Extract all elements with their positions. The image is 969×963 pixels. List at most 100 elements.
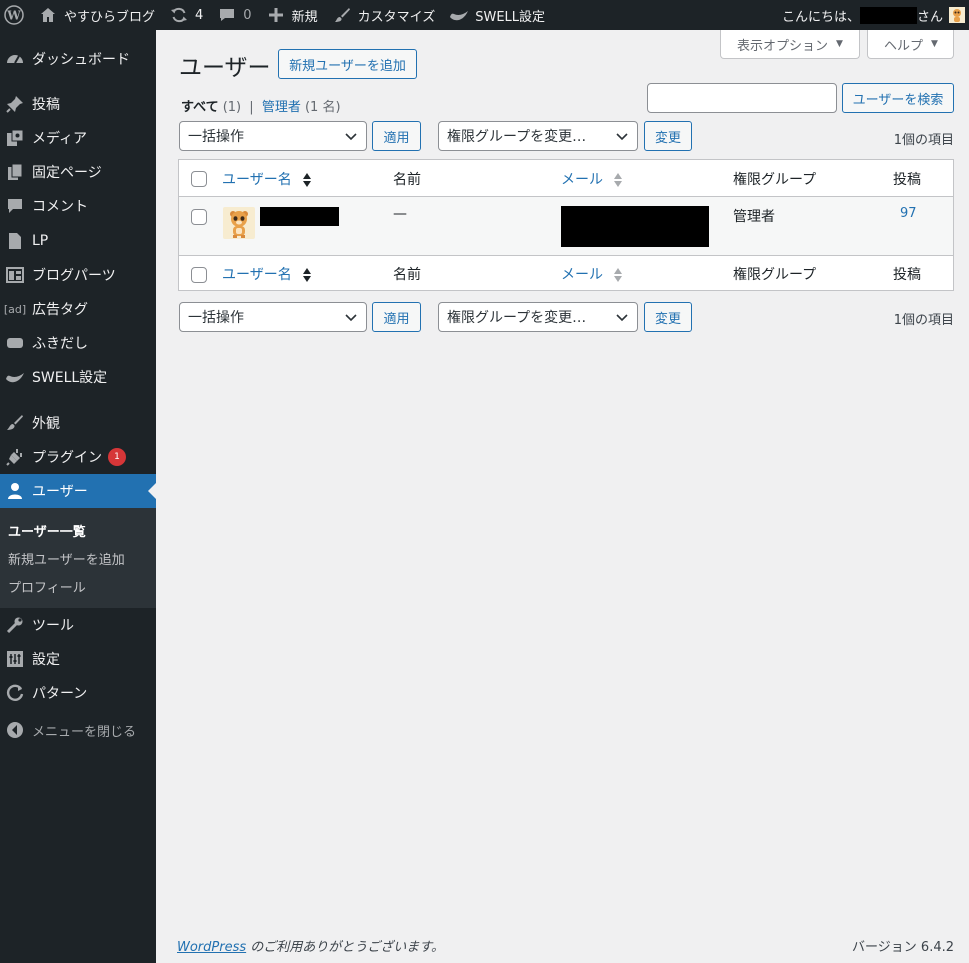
menu-balloons[interactable]: ふきだし	[0, 326, 156, 360]
settings-icon	[5, 649, 25, 669]
column-username[interactable]: ユーザー名	[222, 169, 312, 189]
table-header-row: ユーザー名 名前 メール 権限グループ 投稿	[179, 160, 953, 197]
brush-icon	[332, 5, 352, 25]
search-users-button[interactable]: ユーザーを検索	[842, 83, 954, 113]
admin-bar-avatar	[949, 7, 965, 23]
updates-count: 4	[195, 7, 204, 23]
menu-users[interactable]: ユーザー	[0, 474, 156, 508]
comment-icon	[217, 5, 237, 25]
bulk-action-select-bottom[interactable]: 一括操作	[179, 302, 367, 332]
role-change-value: 権限グループを変更…	[447, 310, 587, 326]
menu-tools[interactable]: ツール	[0, 608, 156, 642]
select-all-checkbox-bottom[interactable]	[191, 267, 207, 283]
menu-settings[interactable]: 設定	[0, 642, 156, 676]
submenu-all-users[interactable]: ユーザー一覧	[8, 521, 86, 540]
redacted-username-link[interactable]	[260, 207, 339, 226]
redacted-email-link[interactable]	[561, 206, 709, 247]
user-post-count-link[interactable]: 97	[900, 206, 917, 221]
column-email-label: メール	[561, 267, 603, 283]
customize-menu[interactable]: カスタマイズ	[325, 0, 443, 30]
menu-media[interactable]: メディア	[0, 121, 156, 155]
filter-administrator[interactable]: 管理者	[262, 100, 301, 115]
column-role-footer: 権限グループ	[733, 267, 817, 283]
triangle-down-icon: ▼	[931, 39, 938, 49]
menu-plugins[interactable]: プラグイン 1	[0, 440, 156, 474]
new-label: 新規	[291, 9, 318, 25]
menu-blog-parts[interactable]: ブログパーツ	[0, 258, 156, 292]
menu-posts[interactable]: 投稿	[0, 87, 156, 121]
select-all-checkbox[interactable]	[191, 171, 207, 187]
my-account-menu[interactable]: こんにちは、 さん	[782, 6, 969, 25]
apply-button-top[interactable]: 適用	[372, 121, 421, 151]
change-role-button-bottom[interactable]: 変更	[644, 302, 692, 332]
items-count-top: 1個の項目	[893, 133, 954, 148]
menu-label: コメント	[32, 199, 88, 215]
menu-dashboard[interactable]: ダッシュボード	[0, 42, 156, 76]
role-change-select-bottom[interactable]: 権限グループを変更…	[438, 302, 638, 332]
media-icon	[5, 128, 25, 148]
triangle-down-icon: ▼	[836, 39, 843, 49]
new-content-menu[interactable]: 新規	[259, 0, 325, 30]
column-email-footer[interactable]: メール	[561, 264, 623, 284]
redacted-username	[859, 6, 917, 24]
menu-ad-tags[interactable]: [ad] 広告タグ	[0, 292, 156, 326]
customize-label: カスタマイズ	[357, 9, 436, 25]
menu-swell-settings[interactable]: SWELL設定	[0, 360, 156, 394]
ad-icon: [ad]	[3, 302, 27, 316]
help-label: ヘルプ	[884, 38, 924, 54]
filter-all[interactable]: すべて	[181, 100, 219, 115]
table-footer-row: ユーザー名 名前 メール 権限グループ 投稿	[179, 255, 953, 290]
menu-label: 固定ページ	[32, 165, 102, 181]
submenu-profile[interactable]: プロフィール	[8, 577, 86, 596]
bulk-action-select-top[interactable]: 一括操作	[179, 121, 367, 151]
greeting-text: こんにちは、	[781, 9, 860, 25]
comment-icon	[5, 196, 25, 216]
chevron-down-icon	[616, 133, 628, 141]
users-table: ユーザー名 名前 メール 権限グループ 投稿 — 管理者 97 ユーザー名 名前…	[178, 159, 954, 291]
column-email-label: メール	[561, 172, 603, 188]
updates-menu[interactable]: 4	[162, 0, 210, 30]
column-name: 名前	[393, 172, 421, 188]
change-role-button-top[interactable]: 変更	[644, 121, 692, 151]
role-filter-links: すべて (1) | 管理者 (1 名)	[181, 96, 341, 115]
collapse-menu-label: メニューを閉じる	[32, 724, 137, 740]
filter-admin-count: (1 名)	[304, 100, 341, 115]
role-change-value: 権限グループを変更…	[447, 129, 587, 145]
role-change-select-top[interactable]: 権限グループを変更…	[438, 121, 638, 151]
add-new-user-button[interactable]: 新規ユーザーを追加	[278, 49, 417, 79]
screen-options-button[interactable]: 表示オプション ▼	[720, 30, 860, 59]
comments-menu[interactable]: 0	[210, 0, 258, 30]
wordpress-link[interactable]: WordPress	[177, 940, 246, 955]
menu-pages[interactable]: 固定ページ	[0, 155, 156, 189]
help-button[interactable]: ヘルプ ▼	[867, 30, 954, 59]
menu-label: 投稿	[32, 97, 60, 113]
column-username-footer[interactable]: ユーザー名	[222, 264, 312, 284]
row-checkbox[interactable]	[191, 209, 207, 225]
chevron-down-icon	[616, 314, 628, 322]
collapse-menu-button[interactable]: メニューを閉じる	[0, 713, 156, 747]
submenu-add-new-user[interactable]: 新規ユーザーを追加	[8, 549, 125, 568]
wordpress-logo-menu[interactable]: W	[0, 0, 31, 30]
sort-arrows-icon	[614, 268, 623, 282]
bulk-action-value: 一括操作	[188, 310, 244, 326]
menu-lp[interactable]: LP	[0, 224, 156, 258]
user-display-name: —	[393, 206, 407, 222]
menu-comments[interactable]: コメント	[0, 189, 156, 223]
menu-appearance[interactable]: 外観	[0, 406, 156, 440]
menu-patterns[interactable]: パターン	[0, 676, 156, 710]
page-icon	[5, 162, 25, 182]
swell-settings-menu[interactable]: SWELL設定	[442, 0, 552, 30]
comments-count: 0	[243, 7, 252, 23]
swell-icon	[449, 5, 469, 25]
column-name-footer: 名前	[393, 267, 421, 283]
user-avatar	[223, 207, 255, 239]
column-email[interactable]: メール	[561, 169, 623, 189]
svg-text:W: W	[6, 9, 21, 23]
menu-label: ブログパーツ	[32, 268, 116, 284]
user-search-input[interactable]	[647, 83, 837, 113]
wordpress-logo-icon: W	[4, 5, 24, 25]
chevron-down-icon	[345, 133, 357, 141]
apply-button-bottom[interactable]: 適用	[372, 302, 421, 332]
site-name-menu[interactable]: やすひらブログ	[31, 0, 162, 30]
bulk-action-value: 一括操作	[188, 129, 244, 145]
